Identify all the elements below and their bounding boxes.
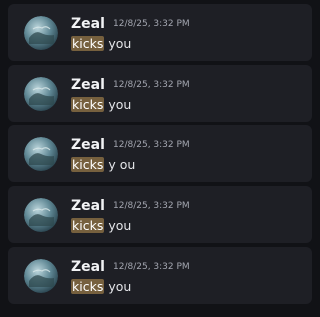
message-text: kicks y ou bbox=[71, 157, 135, 173]
chat-message[interactable]: Zeal 12/8/25, 3:32 PM kicks you bbox=[8, 65, 312, 122]
message-rest: you bbox=[104, 36, 132, 51]
chat-message[interactable]: Zeal 12/8/25, 3:32 PM kicks you bbox=[8, 247, 312, 304]
timestamp: 12/8/25, 3:32 PM bbox=[113, 140, 190, 150]
avatar[interactable] bbox=[24, 77, 58, 111]
avatar[interactable] bbox=[24, 137, 58, 171]
earth-avatar-icon bbox=[24, 137, 58, 171]
username[interactable]: Zeal bbox=[71, 137, 105, 154]
message-text: kicks you bbox=[71, 97, 131, 113]
message-rest: you bbox=[104, 279, 132, 294]
chat-message[interactable]: Zeal 12/8/25, 3:32 PM kicks you bbox=[8, 4, 312, 61]
avatar[interactable] bbox=[24, 259, 58, 293]
timestamp: 12/8/25, 3:32 PM bbox=[113, 262, 190, 272]
timestamp: 12/8/25, 3:32 PM bbox=[113, 80, 190, 90]
earth-avatar-icon bbox=[24, 77, 58, 111]
username[interactable]: Zeal bbox=[71, 198, 105, 215]
highlighted-word: kicks bbox=[71, 218, 105, 233]
username[interactable]: Zeal bbox=[71, 77, 105, 94]
message-rest: you bbox=[104, 97, 132, 112]
earth-avatar-icon bbox=[24, 198, 58, 232]
message-rest: you bbox=[104, 218, 132, 233]
chat-message[interactable]: Zeal 12/8/25, 3:32 PM kicks y ou bbox=[8, 125, 312, 182]
highlighted-word: kicks bbox=[71, 157, 105, 172]
chat-message[interactable]: Zeal 12/8/25, 3:32 PM kicks you bbox=[8, 186, 312, 243]
message-feed: Zeal 12/8/25, 3:32 PM kicks you Zeal 12/… bbox=[0, 0, 316, 317]
avatar[interactable] bbox=[24, 16, 58, 50]
username[interactable]: Zeal bbox=[71, 16, 105, 33]
earth-avatar-icon bbox=[24, 16, 58, 50]
avatar[interactable] bbox=[24, 198, 58, 232]
earth-avatar-icon bbox=[24, 259, 58, 293]
message-text: kicks you bbox=[71, 218, 131, 234]
highlighted-word: kicks bbox=[71, 279, 105, 294]
timestamp: 12/8/25, 3:32 PM bbox=[113, 19, 190, 29]
message-text: kicks you bbox=[71, 36, 131, 52]
highlighted-word: kicks bbox=[71, 97, 105, 112]
message-rest: y ou bbox=[104, 157, 136, 172]
message-text: kicks you bbox=[71, 279, 131, 295]
highlighted-word: kicks bbox=[71, 36, 105, 51]
username[interactable]: Zeal bbox=[71, 259, 105, 276]
timestamp: 12/8/25, 3:32 PM bbox=[113, 201, 190, 211]
